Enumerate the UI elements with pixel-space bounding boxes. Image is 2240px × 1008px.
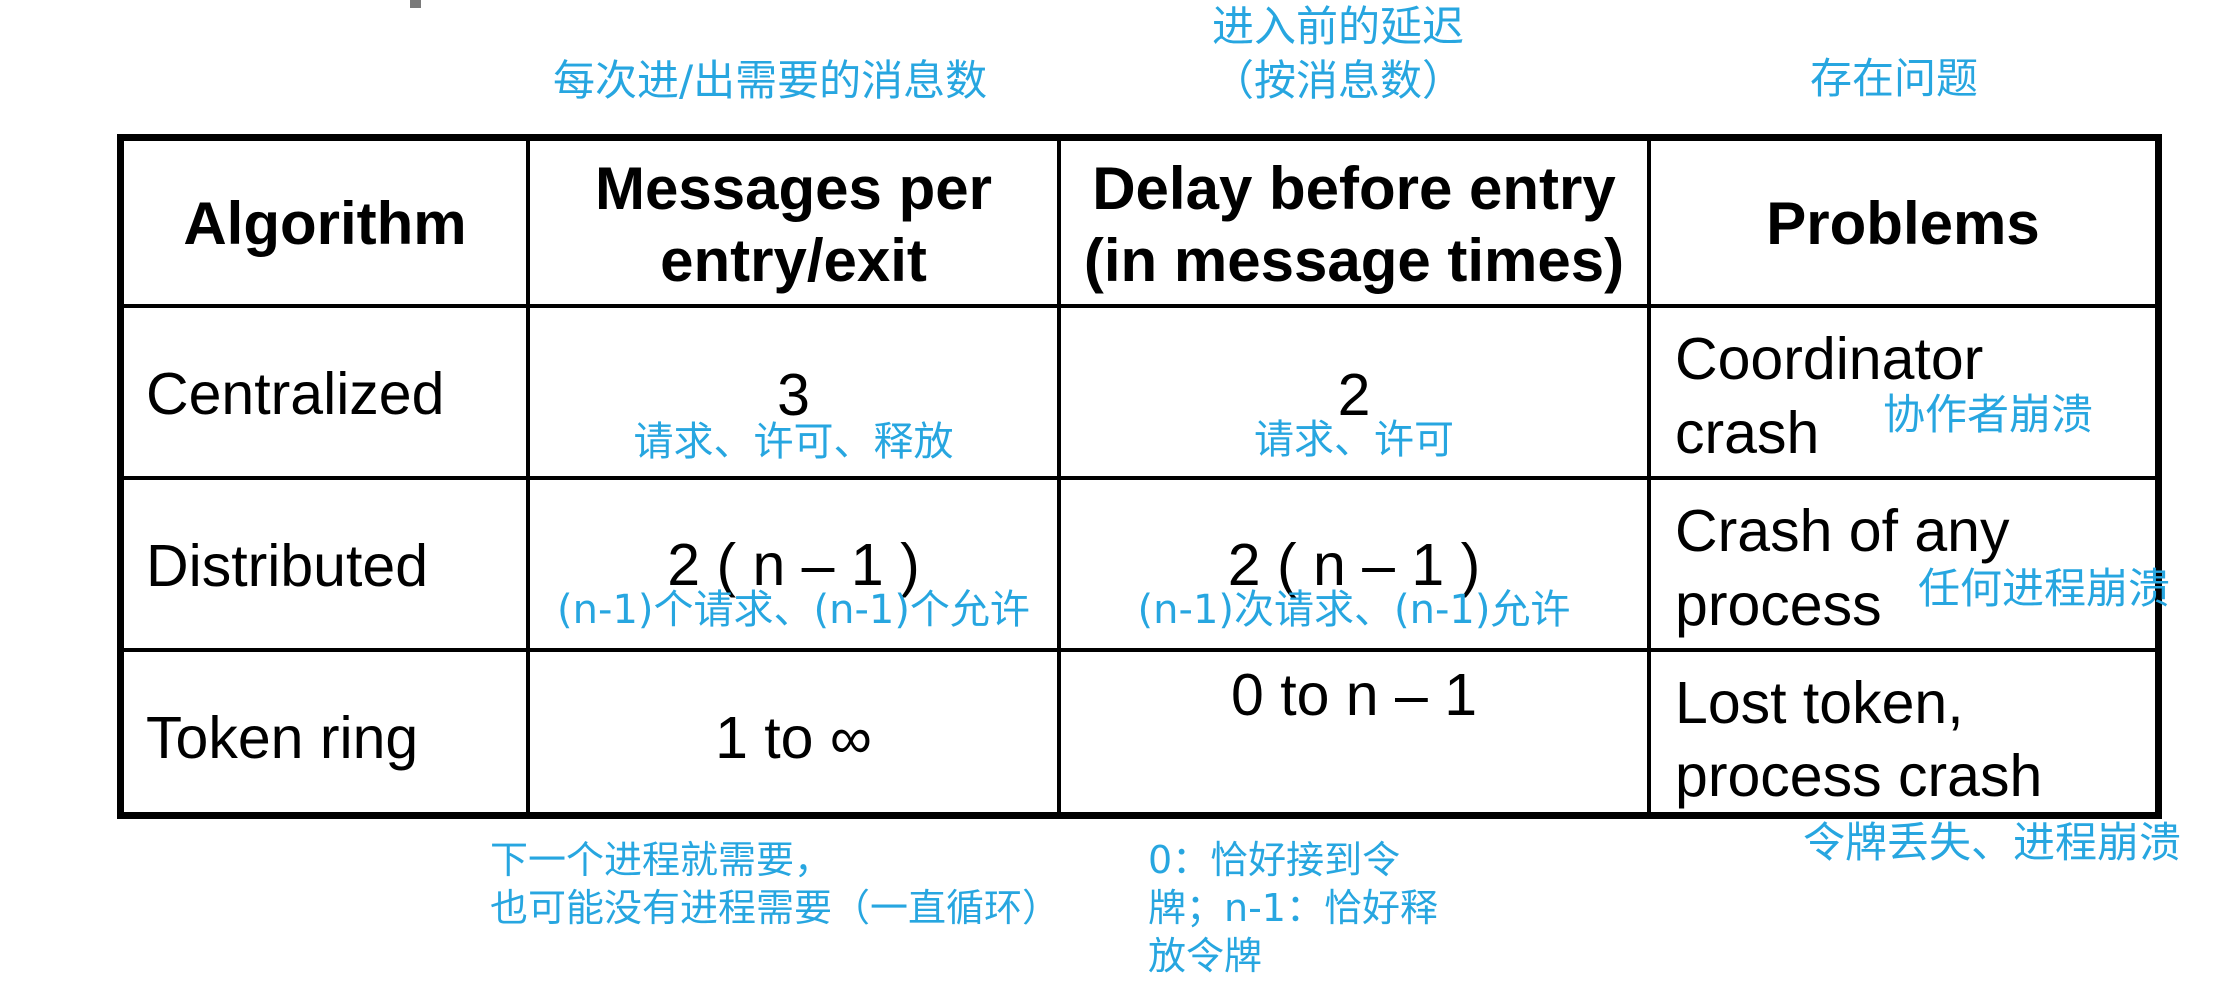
row-token-ring-problem-line1: Lost token,	[1675, 670, 1964, 736]
table-row-divider	[117, 648, 2162, 652]
row-distributed-delay-annotation: (n-1)次请求、(n-1)允许	[1137, 587, 1571, 633]
row-distributed-problem-line1: Crash of any	[1675, 498, 2010, 564]
row-centralized-problem-line1: Coordinator	[1675, 326, 1984, 392]
row-centralized-problem-annotation: 协作者崩溃	[1883, 390, 2094, 439]
header-delay-line2: (in message times)	[1083, 227, 1625, 294]
row-token-ring-delay: 0 to n – 1	[1230, 662, 1478, 728]
token-messages-annotation-line2: 也可能没有进程需要（一直循环）	[490, 886, 1061, 930]
token-problem-annotation: 令牌丢失、进程崩溃	[1803, 818, 2182, 867]
problems-header-annotation: 存在问题	[1810, 54, 1979, 103]
token-messages-annotation-line1: 下一个进程就需要，	[490, 838, 833, 882]
row-distributed-algorithm: Distributed	[146, 533, 429, 599]
row-centralized-messages-annotation: 请求、许可、释放	[633, 419, 954, 465]
table-header-divider	[117, 304, 2162, 308]
token-delay-annotation-line3: 放令牌	[1148, 934, 1263, 978]
header-messages-line1: Messages per	[595, 155, 992, 222]
token-delay-annotation-line1: 0：恰好接到令	[1148, 838, 1401, 882]
row-token-ring-messages: 1 to ∞	[715, 705, 872, 771]
token-delay-annotation-line2: 牌；n-1：恰好释	[1148, 886, 1438, 930]
table-row-divider	[117, 476, 2162, 480]
row-centralized-problem-line2: crash	[1675, 400, 1820, 466]
header-algorithm: Algorithm	[183, 190, 467, 257]
header-problems: Problems	[1766, 190, 2040, 257]
slide-title-fragment	[410, 0, 421, 8]
row-centralized-delay-annotation: 请求、许可	[1254, 417, 1454, 463]
delay-header-annotation-line2: （按消息数）	[1212, 56, 1465, 105]
row-distributed-messages-annotation: (n-1)个请求、(n-1)个允许	[557, 587, 1030, 633]
row-token-ring-algorithm: Token ring	[146, 705, 419, 771]
header-messages-line2: entry/exit	[660, 227, 927, 294]
row-token-ring-problem-line2: process crash	[1675, 743, 2043, 809]
header-delay-line1: Delay before entry	[1092, 155, 1616, 222]
messages-header-annotation: 每次进/出需要的消息数	[553, 56, 988, 105]
row-centralized-algorithm: Centralized	[146, 361, 445, 427]
row-distributed-problem-line2: process	[1675, 572, 1882, 638]
delay-header-annotation-line1: 进入前的延迟	[1212, 2, 1465, 51]
row-distributed-problem-annotation: 任何进程崩溃	[1918, 564, 2171, 613]
